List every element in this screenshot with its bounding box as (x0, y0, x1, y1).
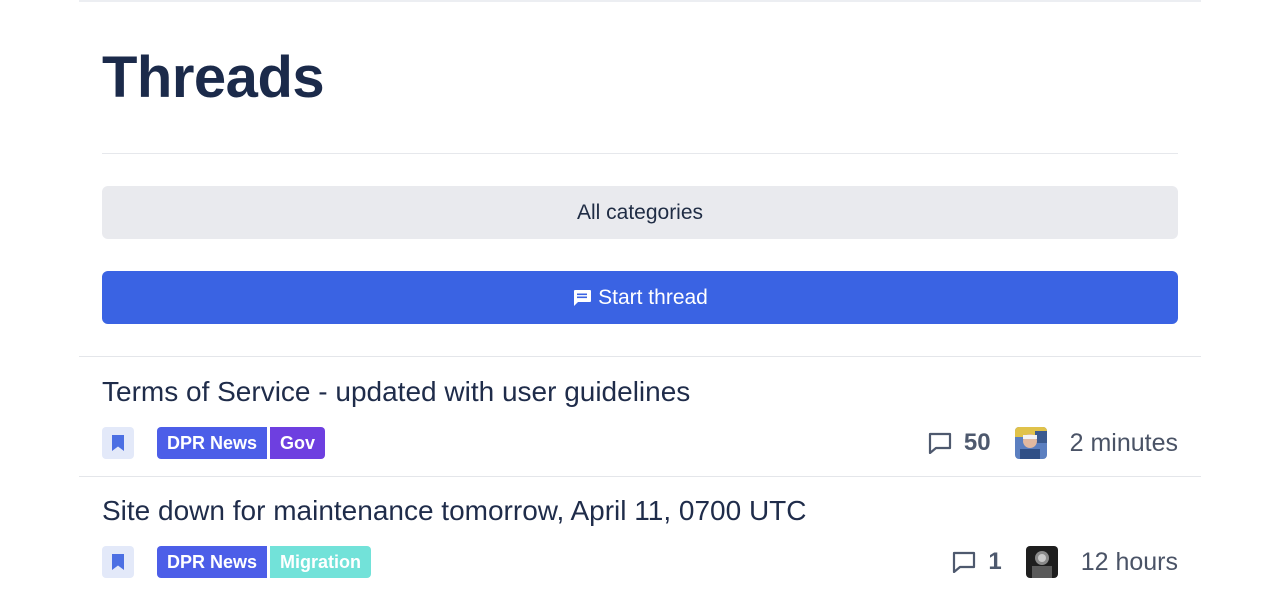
all-categories-button[interactable]: All categories (102, 186, 1178, 239)
thread-meta: 1 12 hours (952, 544, 1178, 580)
start-thread-label: Start thread (598, 285, 708, 309)
comment-icon (952, 551, 976, 573)
avatar[interactable] (1025, 546, 1058, 578)
thread-tags: DPR News Migration (157, 546, 374, 578)
avatar[interactable] (1014, 427, 1047, 459)
tag-dpr-news[interactable]: DPR News (157, 427, 268, 459)
thread-title-link[interactable]: Terms of Service - updated with user gui… (102, 376, 690, 408)
thread-title-link[interactable]: Site down for maintenance tomorrow, Apri… (102, 495, 807, 527)
comment-icon (928, 432, 952, 454)
reply-count: 1 (988, 548, 1002, 575)
tag-gov[interactable]: Gov (270, 427, 326, 459)
top-divider (79, 0, 1201, 2)
start-thread-button[interactable]: Start thread (102, 271, 1178, 324)
thread-row: Site down for maintenance tomorrow, Apri… (102, 495, 1178, 605)
thread-row: Terms of Service - updated with user gui… (102, 376, 1178, 486)
tag-migration[interactable]: Migration (270, 546, 372, 578)
categories-button-label: All categories (576, 200, 704, 224)
reply-count: 50 (963, 429, 991, 456)
message-square-icon (572, 289, 592, 307)
list-divider (79, 476, 1201, 477)
bookmark-icon (112, 554, 124, 570)
tag-dpr-news[interactable]: DPR News (157, 546, 268, 578)
title-divider (102, 153, 1178, 154)
thread-time: 2 minutes (1069, 428, 1178, 457)
bookmark-button[interactable] (102, 427, 134, 459)
page-title: Threads (102, 45, 325, 110)
thread-time: 12 hours (1080, 547, 1178, 576)
bookmark-icon (112, 435, 124, 451)
thread-tags: DPR News Gov (157, 427, 328, 459)
thread-meta: 50 2 minutes (928, 425, 1178, 461)
bookmark-button[interactable] (102, 546, 134, 578)
list-divider (79, 356, 1201, 357)
